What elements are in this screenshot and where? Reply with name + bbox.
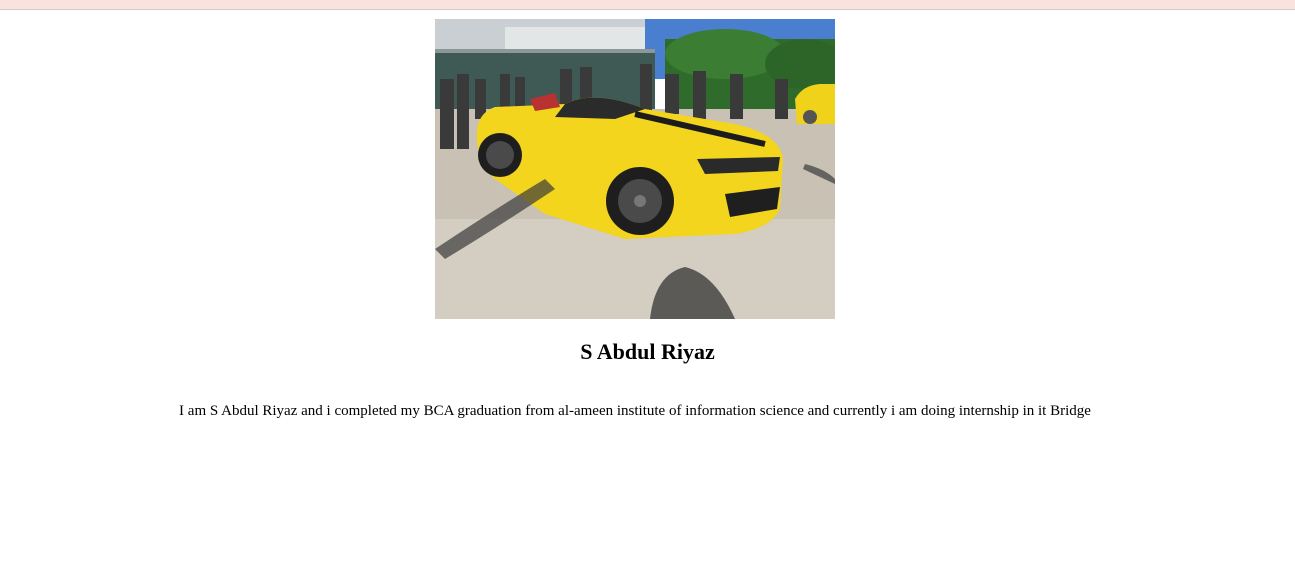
profile-bio: I am S Abdul Riyaz and i completed my BC… (179, 403, 1091, 419)
profile-name: S Abdul Riyaz (580, 339, 715, 364)
top-bar (0, 0, 1295, 10)
profile-photo (435, 19, 835, 319)
